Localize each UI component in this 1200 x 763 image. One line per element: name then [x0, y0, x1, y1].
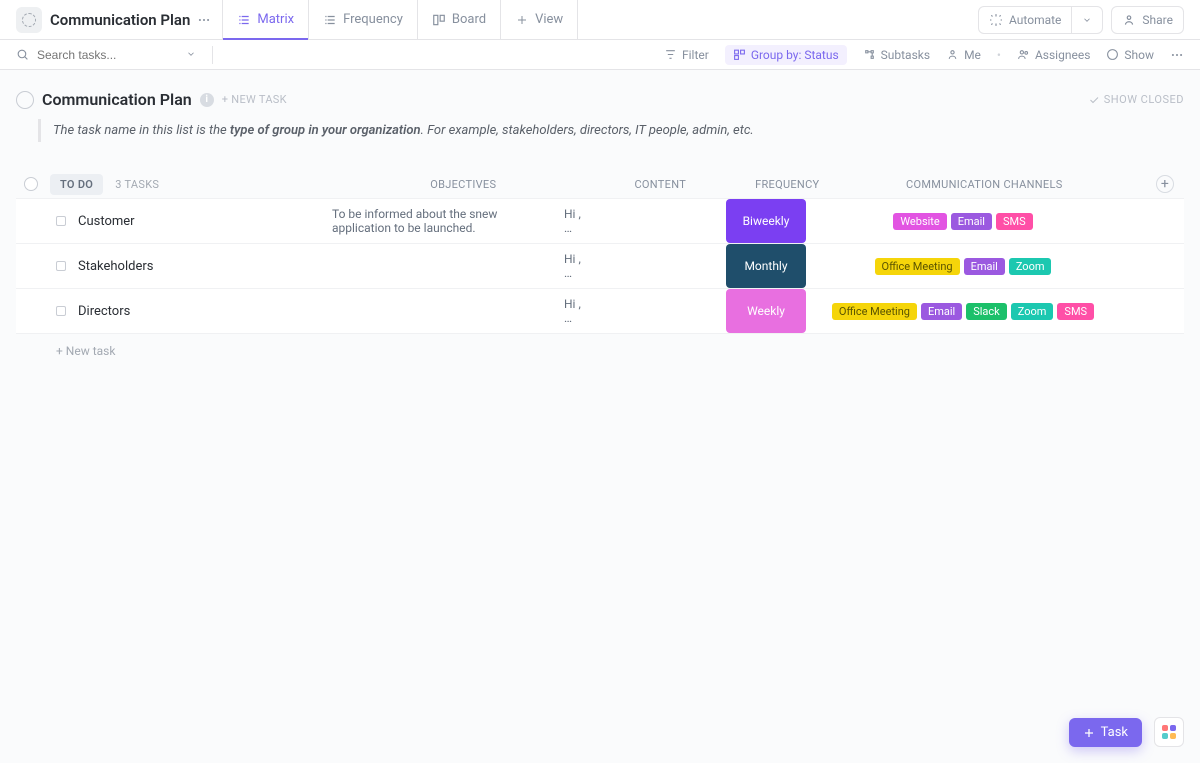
list-view-icon: [237, 13, 251, 27]
apps-icon: [1162, 725, 1176, 739]
channel-tag[interactable]: Office Meeting: [875, 258, 960, 275]
show-closed-label: Show Closed: [1104, 93, 1184, 106]
view-tab-label: Board: [452, 12, 486, 27]
plus-icon: [515, 13, 529, 27]
task-row[interactable]: Directors Hi ,… Weekly Office MeetingEma…: [16, 289, 1184, 334]
column-frequency[interactable]: Frequency: [747, 178, 827, 191]
share-icon: [1122, 13, 1136, 27]
list-title: Communication Plan: [42, 90, 192, 109]
channel-tag[interactable]: Email: [951, 213, 992, 230]
view-tab-frequency[interactable]: Frequency: [308, 0, 417, 39]
assignees-label: Assignees: [1035, 48, 1090, 62]
list-view-icon: [323, 13, 337, 27]
subtasks-label: Subtasks: [881, 48, 930, 62]
column-objectives[interactable]: Objectives: [353, 178, 573, 191]
assignees-button[interactable]: Assignees: [1017, 48, 1090, 62]
group-by-button[interactable]: Group by: Status: [725, 45, 847, 65]
channel-tag[interactable]: Slack: [966, 303, 1007, 320]
more-options-button[interactable]: [1170, 48, 1184, 62]
share-label: Share: [1142, 13, 1173, 27]
objectives-cell[interactable]: To be informed about the snew applicatio…: [332, 207, 552, 235]
channel-tag[interactable]: SMS: [1057, 303, 1094, 320]
view-tab-board[interactable]: Board: [417, 0, 500, 39]
view-tab-label: View: [535, 12, 563, 27]
channels-cell[interactable]: Website EmailSMS: [818, 213, 1108, 230]
filter-button[interactable]: Filter: [664, 48, 709, 62]
share-button[interactable]: Share: [1111, 6, 1184, 34]
search-input[interactable]: [35, 47, 196, 63]
show-closed-button[interactable]: Show Closed: [1088, 93, 1184, 106]
status-square-icon[interactable]: [56, 261, 66, 271]
automate-chevron[interactable]: [1072, 7, 1102, 33]
sparkle-icon: [989, 13, 1003, 27]
status-square-icon[interactable]: [56, 216, 66, 226]
list-options-button[interactable]: [196, 12, 212, 28]
channel-tag[interactable]: Email: [921, 303, 962, 320]
me-label: Me: [964, 48, 981, 62]
automate-label: Automate: [1009, 13, 1061, 27]
channel-tag[interactable]: Website: [893, 213, 946, 230]
task-name[interactable]: Directors: [78, 304, 320, 319]
status-badge[interactable]: TO DO: [50, 174, 103, 195]
view-tab-label: Matrix: [257, 12, 294, 27]
create-task-button[interactable]: Task: [1069, 718, 1142, 747]
subtasks-button[interactable]: Subtasks: [863, 48, 930, 62]
column-content[interactable]: Content: [585, 178, 735, 191]
collapse-group-toggle[interactable]: [24, 177, 38, 191]
channel-tag[interactable]: Zoom: [1009, 258, 1052, 275]
status-square-icon[interactable]: [56, 306, 66, 316]
view-tab-label: Frequency: [343, 12, 403, 27]
show-label: Show: [1124, 48, 1154, 62]
new-task-row[interactable]: + New task: [16, 334, 1184, 358]
list-icon[interactable]: [16, 7, 42, 33]
page-title: Communication Plan: [50, 11, 190, 29]
channels-cell[interactable]: Office MeetingEmailZoom: [818, 258, 1108, 275]
task-row[interactable]: Customer To be informed about the snew a…: [16, 198, 1184, 244]
task-name[interactable]: Customer: [78, 214, 320, 229]
frequency-cell[interactable]: Weekly: [726, 289, 806, 333]
list-description: The task name in this list is the type o…: [38, 119, 1184, 142]
view-tab-matrix[interactable]: Matrix: [222, 0, 308, 39]
content-cell[interactable]: Hi ,…: [564, 207, 714, 235]
create-task-label: Task: [1101, 725, 1128, 740]
info-icon[interactable]: i: [200, 93, 214, 107]
channel-tag[interactable]: Email: [964, 258, 1005, 275]
view-tab-add[interactable]: View: [500, 0, 578, 39]
task-count: 3 TASKS: [115, 178, 159, 191]
show-button[interactable]: Show: [1106, 48, 1154, 62]
content-cell[interactable]: Hi ,…: [564, 252, 714, 280]
frequency-cell[interactable]: Monthly: [726, 244, 806, 288]
group-by-label: Group by: Status: [751, 48, 839, 62]
task-name[interactable]: Stakeholders: [78, 259, 320, 274]
search-icon: [16, 48, 29, 61]
filter-label: Filter: [682, 48, 709, 62]
content-cell[interactable]: Hi ,…: [564, 297, 714, 325]
me-button[interactable]: Me: [946, 48, 981, 62]
new-task-button[interactable]: + New Task: [222, 93, 287, 106]
channel-tag[interactable]: Zoom: [1011, 303, 1054, 320]
collapse-list-toggle[interactable]: [16, 91, 34, 109]
frequency-cell[interactable]: Biweekly: [726, 199, 806, 243]
channels-cell[interactable]: Office MeetingEmailSlackZoomSMS: [818, 303, 1108, 320]
column-channels[interactable]: Communication Channels: [839, 178, 1129, 191]
channel-tag[interactable]: Office Meeting: [832, 303, 917, 320]
board-view-icon: [432, 13, 446, 27]
channel-tag[interactable]: SMS: [996, 213, 1033, 230]
task-row[interactable]: Stakeholders Hi ,… Monthly Office Meetin…: [16, 244, 1184, 289]
automate-button[interactable]: Automate: [979, 7, 1072, 33]
add-column-button[interactable]: +: [1156, 175, 1174, 193]
search-chevron[interactable]: [186, 48, 196, 62]
apps-button[interactable]: [1154, 717, 1184, 747]
